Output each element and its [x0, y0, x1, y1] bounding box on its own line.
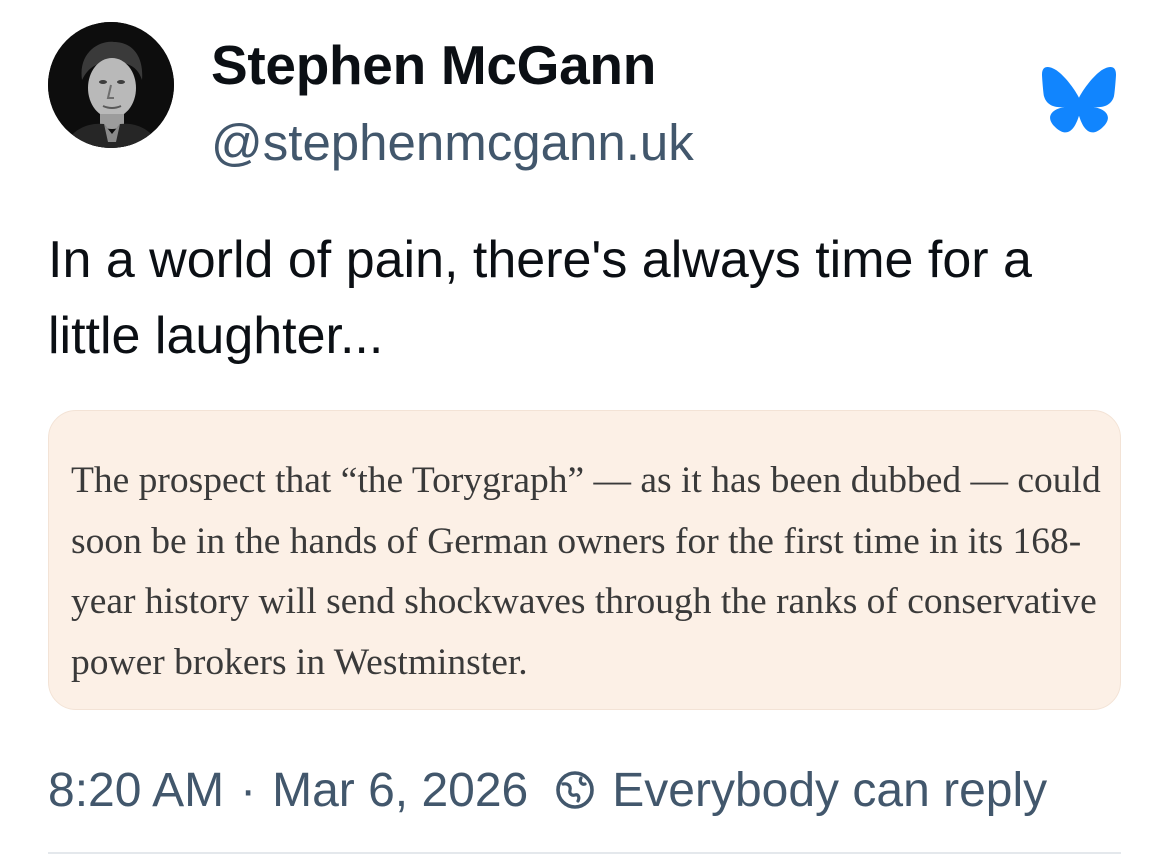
post-meta: 8:20 AM · Mar 6, 2026 Everybody can repl…: [48, 758, 1148, 822]
divider: [48, 852, 1121, 854]
author-display-name[interactable]: Stephen McGann: [211, 30, 656, 100]
reply-permission-icon: [554, 769, 596, 811]
quoted-text: The prospect that “the Torygraph” — as i…: [71, 460, 1101, 683]
avatar-photo-icon: [48, 22, 174, 148]
post-date[interactable]: Mar 6, 2026: [272, 763, 528, 818]
avatar[interactable]: [48, 22, 174, 148]
bluesky-butterfly-icon: [1042, 66, 1116, 134]
author-handle[interactable]: @stephenmcgann.uk: [211, 110, 694, 176]
post-text: In a world of pain, there's always time …: [48, 231, 1032, 365]
reply-setting-label[interactable]: Everybody can reply: [612, 763, 1047, 818]
meta-separator: ·: [240, 763, 257, 817]
post-card: Stephen McGann @stephenmcgann.uk In a wo…: [0, 0, 1170, 860]
post-time[interactable]: 8:20 AM: [48, 763, 224, 818]
quoted-text-card[interactable]: The prospect that “the Torygraph” — as i…: [48, 410, 1121, 710]
